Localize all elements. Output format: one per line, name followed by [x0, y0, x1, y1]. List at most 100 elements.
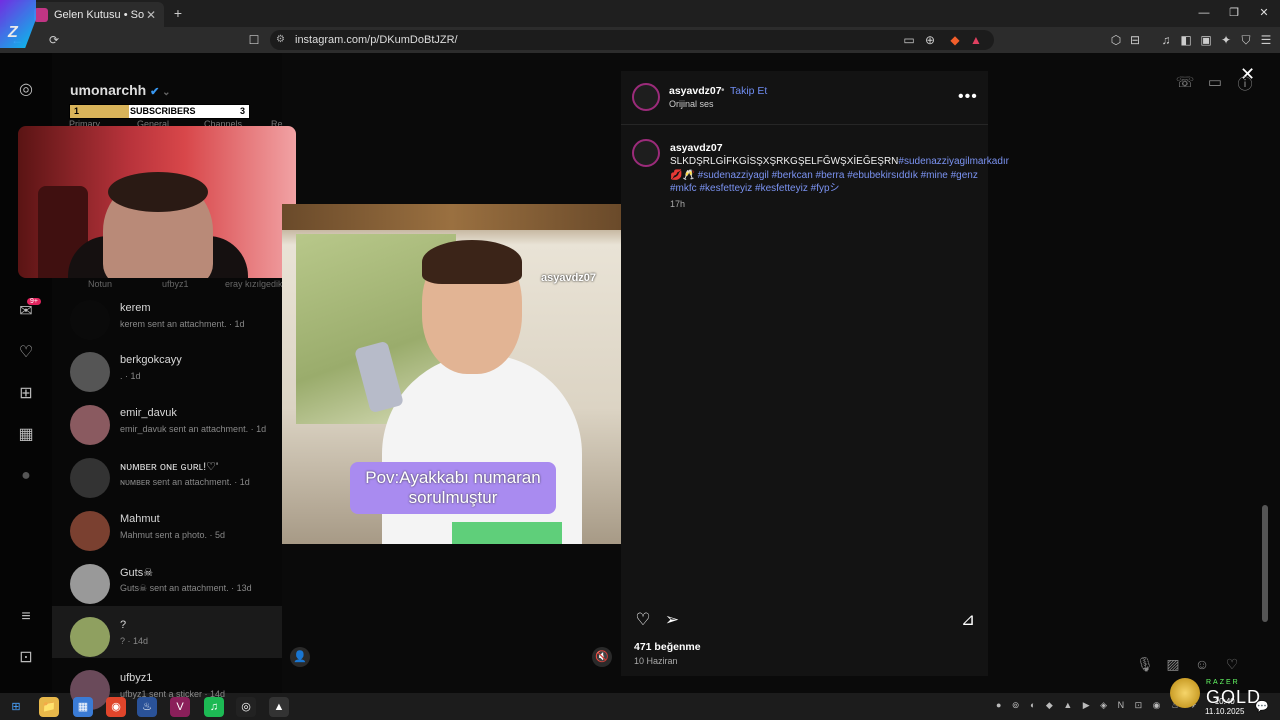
- header-separator: •: [721, 85, 725, 96]
- brave-shield-icon[interactable]: ◆: [946, 31, 964, 49]
- webcam-hair: [108, 172, 208, 212]
- toolbar-extension-icon[interactable]: ✦: [1217, 31, 1235, 49]
- clock-date: 11.10.2025: [1205, 707, 1245, 716]
- image-upload-icon[interactable]: ▨: [1164, 656, 1182, 674]
- note-ufbyz1[interactable]: ufbyz1: [162, 279, 189, 289]
- video-person-hair: [422, 240, 522, 284]
- more-options-icon[interactable]: •••: [958, 88, 978, 106]
- url-text: instagram.com/p/DKumDoBtJZR/: [295, 34, 458, 46]
- conversation-preview: emir_davuk sent an attachment. · 1d: [120, 424, 267, 434]
- sticker-icon[interactable]: ☺: [1193, 656, 1211, 674]
- scrollbar-thumb[interactable]: [1262, 505, 1268, 622]
- conversation-name: kerem: [120, 302, 151, 314]
- conversation-item[interactable]: ɴᴜᴍʙᴇʀ ᴏɴᴇ ɢᴜʀʟ!♡' ɴᴜᴍʙᴇʀ sent an attachm…: [70, 458, 280, 508]
- note-self[interactable]: Notun: [88, 279, 112, 289]
- profile-icon[interactable]: ●: [16, 466, 36, 486]
- taskbar-app-icon[interactable]: ◉: [106, 697, 126, 717]
- bookmark-icon[interactable]: ☐: [245, 31, 263, 49]
- inbox-username[interactable]: umonarchh ✔ ⌄: [70, 82, 171, 98]
- audio-label[interactable]: Orijinal ses: [669, 99, 714, 109]
- toolbar-extension-icon[interactable]: ♫: [1157, 31, 1175, 49]
- call-icon[interactable]: ☏: [1175, 73, 1195, 93]
- insights-icon[interactable]: ▦: [16, 425, 36, 445]
- taskbar-app-icon[interactable]: ◎: [236, 697, 256, 717]
- zoom-icon[interactable]: ⊕: [921, 31, 939, 49]
- post-header: [621, 71, 988, 125]
- taskbar-app-icon[interactable]: ▦: [73, 697, 93, 717]
- conversation-avatar: [70, 352, 110, 392]
- share-icon[interactable]: ➢: [662, 610, 682, 630]
- brave-rewards-icon[interactable]: ▲: [967, 31, 985, 49]
- messages-badge: 9+: [27, 298, 41, 305]
- mute-icon[interactable]: 🔇: [592, 647, 612, 667]
- toolbar-extension-icon[interactable]: ▣: [1197, 31, 1215, 49]
- tab-close-icon[interactable]: ✕: [144, 8, 158, 22]
- new-tab-button[interactable]: +: [170, 5, 186, 21]
- note-eray[interactable]: eray kızılgedik: [225, 279, 283, 289]
- heart-reaction-icon[interactable]: ♡: [1223, 656, 1241, 674]
- caption-text: SLKDŞRLGİFKGİSŞXŞRKGŞELFĞWŞXİEĞEŞRN#sude…: [670, 155, 1009, 196]
- conversation-item[interactable]: Mahmut Mahmut sent a photo. · 5d: [70, 511, 280, 561]
- video-call-icon[interactable]: ▭: [1205, 73, 1225, 93]
- conversation-avatar: [70, 300, 110, 340]
- window-close-button[interactable]: ✕: [1254, 5, 1274, 21]
- menu-icon[interactable]: ≡: [16, 607, 36, 627]
- taskbar-app-icon[interactable]: ▲: [269, 697, 289, 717]
- start-button-icon[interactable]: ⊞: [6, 697, 26, 717]
- notification-center-icon[interactable]: 💬: [1252, 697, 1272, 717]
- conversation-item[interactable]: kerem kerem sent an attachment. · 1d: [70, 300, 280, 350]
- toolbar-extension-icon[interactable]: ☰: [1257, 31, 1275, 49]
- system-tray[interactable]: ● ⊚ ◐ ◆ ▲ ▶ ◈ N ⊡ ◉ ♨ ✈ ☁ ⌂ ☰ 🔊: [996, 700, 1196, 714]
- cast-icon[interactable]: ▭: [900, 31, 918, 49]
- video-person-body: [382, 354, 582, 544]
- profile-tag-icon[interactable]: 👤: [290, 647, 310, 667]
- video-caption-line1: Pov:Ayakkabı numaran: [365, 468, 541, 487]
- more-icon[interactable]: ⊡: [16, 648, 36, 668]
- author-avatar[interactable]: [632, 83, 660, 111]
- video-shelf: [282, 204, 621, 230]
- taskbar-app-icon[interactable]: ♨: [137, 697, 157, 717]
- maximize-button[interactable]: ❐: [1224, 5, 1244, 21]
- post-date: 10 Haziran: [634, 656, 678, 666]
- instagram-favicon-icon: [34, 7, 48, 22]
- taskbar-app-icon[interactable]: 📁: [39, 697, 59, 717]
- webcam-overlay: [18, 126, 296, 278]
- clock-time: 10:40: [1214, 697, 1235, 706]
- taskbar-app-icon[interactable]: V: [170, 697, 190, 717]
- messenger-icon[interactable]: ✉: [16, 302, 36, 322]
- taskbar-app-icon[interactable]: ♫: [204, 697, 224, 717]
- conversation-avatar: [70, 458, 110, 498]
- follow-button[interactable]: Takip Et: [730, 85, 767, 97]
- site-settings-icon[interactable]: ⚙: [276, 30, 285, 50]
- author-username[interactable]: asyavdz07: [669, 85, 722, 97]
- subscriber-label: SUBSCRIBERS: [130, 106, 196, 116]
- toolbar-extension-icon[interactable]: ⊟: [1126, 31, 1144, 49]
- create-icon[interactable]: ⊞: [16, 384, 36, 404]
- like-count[interactable]: 471 beğenme: [634, 641, 701, 653]
- minimize-button[interactable]: —: [1194, 5, 1214, 21]
- verified-icon: ✔: [150, 86, 160, 98]
- toolbar-extension-icon[interactable]: ◧: [1177, 31, 1195, 49]
- like-icon[interactable]: ♡: [633, 610, 653, 630]
- instagram-logo-icon[interactable]: ◎: [16, 80, 36, 100]
- address-bar[interactable]: ⚙ instagram.com/p/DKumDoBtJZR/: [270, 30, 994, 50]
- save-icon[interactable]: ⊿: [958, 610, 978, 630]
- voice-message-icon[interactable]: 🎙: [1136, 656, 1154, 674]
- toolbar-extension-icon[interactable]: ⬡: [1107, 31, 1125, 49]
- conversation-info-icon[interactable]: ⓘ: [1235, 73, 1255, 93]
- conversation-item[interactable]: Guts☠︎ Guts☠︎ sent an attachment. · 13d: [70, 564, 280, 614]
- conversation-item[interactable]: ? ? · 14d: [70, 617, 280, 667]
- taskbar-clock[interactable]: 10:40 11.10.2025: [1205, 697, 1244, 717]
- conversation-item[interactable]: berkgokcayy . · 1d: [70, 352, 280, 402]
- video-shorts: [452, 522, 562, 544]
- conversation-preview: ɴᴜᴍʙᴇʀ sent an attachment. · 1d: [120, 477, 250, 487]
- conversation-item[interactable]: emir_davuk emir_davuk sent an attachment.…: [70, 405, 280, 455]
- notifications-heart-icon[interactable]: ♡: [16, 343, 36, 363]
- toolbar-extension-icon[interactable]: ⛉: [1237, 31, 1255, 49]
- conversation-avatar: [70, 511, 110, 551]
- caption-body: SLKDŞRLGİFKGİSŞXŞRKGŞELFĞWŞXİEĞEŞRN: [670, 156, 899, 167]
- caption-username[interactable]: asyavdz07: [670, 142, 723, 154]
- conversation-name: ɴᴜᴍʙᴇʀ ᴏɴᴇ ɢᴜʀʟ!♡': [120, 461, 219, 473]
- reload-icon[interactable]: ⟳: [45, 31, 63, 49]
- caption-avatar[interactable]: [632, 139, 660, 167]
